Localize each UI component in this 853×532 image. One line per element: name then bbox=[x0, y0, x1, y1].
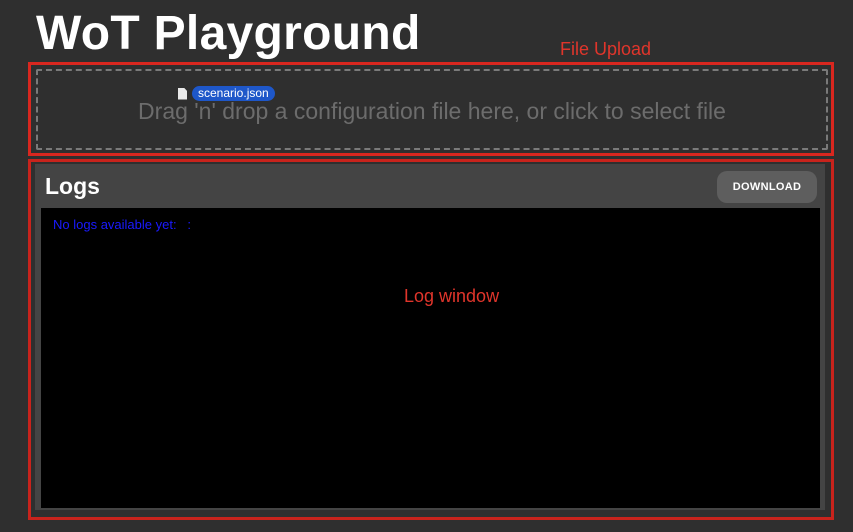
log-window[interactable]: No logs available yet: : bbox=[41, 208, 820, 508]
logs-panel: Logs DOWNLOAD No logs available yet: : bbox=[35, 164, 825, 510]
annotation-log-window-label: Log window bbox=[404, 286, 500, 306]
wot-playground-page: WoT Playground File Upload Drag 'n' drop… bbox=[0, 0, 853, 532]
dragged-file-name: scenario.json bbox=[192, 86, 275, 101]
logs-title: Logs bbox=[45, 173, 100, 199]
file-dropzone[interactable]: Drag 'n' drop a configuration file here,… bbox=[36, 69, 828, 150]
log-empty-message: No logs available yet: : bbox=[53, 217, 192, 232]
document-icon bbox=[178, 87, 187, 100]
annotation-file-upload-label: File Upload bbox=[560, 39, 652, 59]
download-logs-button[interactable]: DOWNLOAD bbox=[717, 171, 817, 203]
app-title: WoT Playground bbox=[36, 7, 421, 60]
dropzone-instructions: Drag 'n' drop a configuration file here,… bbox=[138, 98, 726, 124]
dragged-file-indicator: scenario.json bbox=[178, 86, 275, 101]
